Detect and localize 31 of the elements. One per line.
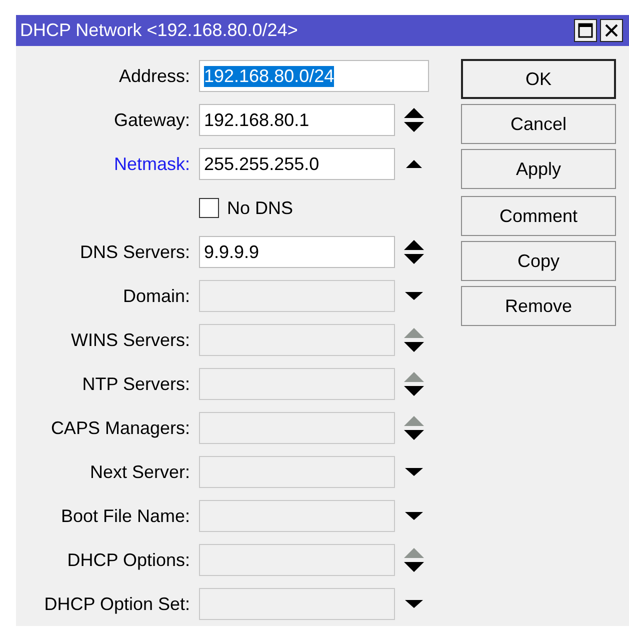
- close-button[interactable]: [600, 19, 623, 42]
- close-icon: [604, 23, 619, 38]
- dialog-button[interactable]: Cancel: [461, 104, 616, 144]
- field-label: Gateway:: [112, 110, 190, 130]
- field-label: NTP Servers:: [81, 374, 190, 394]
- dialog-button[interactable]: Apply: [461, 149, 616, 189]
- input-field[interactable]: 192.168.80.0/24: [199, 60, 429, 92]
- field-label: DNS Servers:: [78, 242, 190, 262]
- spin-arrows-icon[interactable]: [403, 238, 425, 266]
- field-label: WINS Servers:: [70, 330, 190, 350]
- window-title: DHCP Network <192.168.80.0/24>: [20, 20, 299, 41]
- dialog-button[interactable]: OK: [461, 59, 616, 99]
- input-field[interactable]: 255.255.255.0: [199, 148, 395, 180]
- checkbox-label: No DNS: [227, 198, 294, 218]
- input-field[interactable]: 9.9.9.9: [199, 236, 395, 268]
- field-label: Domain:: [122, 286, 190, 306]
- field-label: Address:: [118, 66, 190, 86]
- maximize-icon: [578, 23, 593, 38]
- field-label: DHCP Options:: [66, 550, 190, 570]
- dialog-button[interactable]: Remove: [461, 286, 616, 326]
- field-label: Boot File Name:: [60, 506, 190, 526]
- field-label: Netmask:: [112, 154, 190, 174]
- spin-arrows-icon[interactable]: [403, 106, 425, 134]
- dialog-button[interactable]: Copy: [461, 241, 616, 281]
- input-field[interactable]: 192.168.80.1: [199, 104, 395, 136]
- field-label: CAPS Managers:: [50, 418, 190, 438]
- field-label: Next Server:: [88, 462, 190, 482]
- maximize-button[interactable]: [574, 19, 597, 42]
- field-label: DHCP Option Set:: [43, 594, 190, 614]
- checkbox[interactable]: [199, 198, 219, 218]
- dialog-button[interactable]: Comment: [461, 196, 616, 236]
